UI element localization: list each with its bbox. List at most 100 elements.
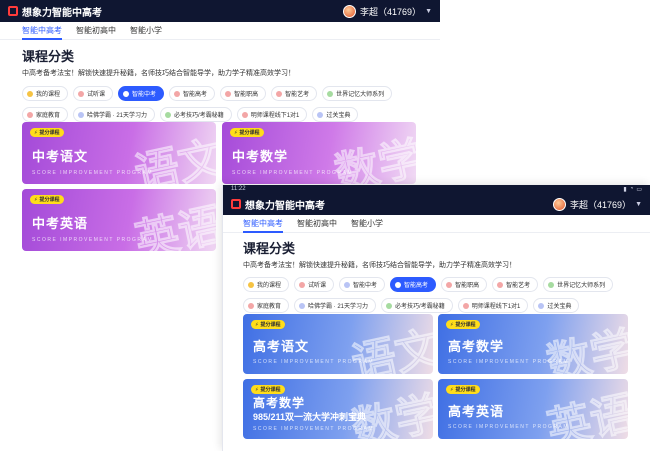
category-chip[interactable]: 智能高考 <box>390 277 437 292</box>
course-watermark: 数学 <box>542 323 628 374</box>
category-chip[interactable]: 我的课程 <box>243 277 290 292</box>
category-chip[interactable]: 试听课 <box>294 277 335 292</box>
category-chip[interactable]: 智能艺考 <box>492 277 539 292</box>
course-watermark: 英语 <box>130 200 216 251</box>
chip-label: 哈佛学霸 · 21天学习力 <box>87 113 148 119</box>
bolt-icon: ⚡ <box>450 386 454 393</box>
category-chip[interactable]: 必考技巧/考霸秘籍 <box>160 107 232 122</box>
course-card[interactable]: ⚡ 提分课程 中考语文 SCORE IMPROVEMENT PROGRAM 语文 <box>22 122 216 184</box>
course-watermark: 英语 <box>542 388 628 439</box>
course-title: 中考数学 <box>232 149 289 164</box>
user-menu[interactable]: 李超（41769） ▼ <box>343 4 432 18</box>
user-name: 李超（41769） <box>360 6 422 17</box>
course-title: 中考英语 <box>32 216 89 231</box>
course-badge: ⚡ 提分课程 <box>30 128 64 137</box>
category-chip[interactable]: 智能中考 <box>118 86 165 101</box>
category-chip[interactable]: 明师课程线下1对1 <box>236 107 308 122</box>
logo-icon <box>8 6 18 16</box>
category-chip[interactable]: 哈佛学霸 · 21天学习力 <box>294 298 377 313</box>
chip-dot-icon <box>548 281 555 288</box>
avatar <box>343 4 357 18</box>
chip-dot-icon <box>386 302 393 309</box>
category-chip[interactable]: 我的课程 <box>22 86 69 101</box>
status-time: 11:22 <box>231 186 246 192</box>
chip-label: 过关宝典 <box>326 113 351 119</box>
category-chip[interactable]: 智能高考 <box>169 86 216 101</box>
category-chip[interactable]: 过关宝典 <box>533 298 580 313</box>
chip-label: 世界记忆大师系列 <box>336 92 385 98</box>
battery-icon: ▭ <box>636 186 642 193</box>
brand[interactable]: 想象力智能中高考 <box>8 4 102 19</box>
section-description: 中高考备考法宝！解锁快速提升秘籍，名师技巧结合智能导学，助力学子精准高效学习！ <box>22 70 295 77</box>
course-watermark: 语文 <box>130 133 216 184</box>
category-chips: 我的课程 试听课 智能中考 智能高考 智能职高 智能艺考 世界记忆大师系列家庭教育 哈佛学霸 … <box>223 270 650 313</box>
chip-dot-icon <box>78 90 85 97</box>
course-card[interactable]: ⚡ 提分课程 高考数学 985/211双一流大学冲刺宝典 SCORE IMPROV… <box>243 379 433 439</box>
chip-dot-icon <box>174 90 181 97</box>
course-title: 高考语文 <box>253 339 310 354</box>
chip-dot-icon <box>225 90 232 97</box>
course-card[interactable]: ⚡ 提分课程 高考数学 SCORE IMPROVEMENT PROGRAM 数学 <box>438 314 628 374</box>
tab-smart-primary[interactable]: 智能小学 <box>130 22 162 40</box>
bolt-icon: ⚡ <box>34 196 38 203</box>
category-chip[interactable]: 智能职高 <box>220 86 267 101</box>
chip-dot-icon <box>299 281 306 288</box>
category-chip[interactable]: 智能中考 <box>339 277 386 292</box>
brand-name: 想象力智能中高考 <box>22 7 102 19</box>
avatar <box>553 197 567 211</box>
chip-label: 智能艺考 <box>285 92 310 98</box>
chip-label: 哈佛学霸 · 21天学习力 <box>308 304 369 310</box>
chip-label: 智能高考 <box>183 92 208 98</box>
top-bar: 想象力智能中高考 李超（41769） ▼ <box>223 193 650 215</box>
chip-dot-icon <box>462 302 469 309</box>
course-card[interactable]: ⚡ 提分课程 高考语文 SCORE IMPROVEMENT PROGRAM 语文 <box>243 314 433 374</box>
bolt-icon: ⚡ <box>34 129 38 136</box>
course-watermark: 数学 <box>347 388 433 439</box>
tab-smart-exam[interactable]: 智能中高考 <box>22 22 62 40</box>
course-card[interactable]: ⚡ 提分课程 高考英语 SCORE IMPROVEMENT PROGRAM 英语 <box>438 379 628 439</box>
chip-label: 我的课程 <box>257 283 282 289</box>
status-icons: ▮ ◔ ▭ <box>623 186 642 193</box>
course-badge: ⚡ 提分课程 <box>251 320 285 329</box>
category-chip[interactable]: 世界记忆大师系列 <box>543 277 614 292</box>
category-chip[interactable]: 世界记忆大师系列 <box>322 86 393 101</box>
top-bar: 想象力智能中高考 李超（41769） ▼ <box>0 0 440 22</box>
category-chip[interactable]: 家庭教育 <box>22 107 69 122</box>
category-chip[interactable]: 智能艺考 <box>271 86 318 101</box>
course-card[interactable]: ⚡ 提分课程 中考数学 SCORE IMPROVEMENT PROGRAM 数学 <box>222 122 416 184</box>
brand[interactable]: 想象力智能中高考 <box>231 197 325 212</box>
chip-dot-icon <box>27 111 33 118</box>
user-menu[interactable]: 李超（41769） ▼ <box>553 197 642 211</box>
tab-smart-junior-senior[interactable]: 智能初高中 <box>297 215 337 233</box>
chip-label: 试听课 <box>87 92 106 98</box>
category-chip[interactable]: 智能职高 <box>441 277 488 292</box>
category-chip[interactable]: 明师课程线下1对1 <box>457 298 529 313</box>
chip-dot-icon <box>344 281 351 288</box>
course-card[interactable]: ⚡ 提分课程 中考英语 SCORE IMPROVEMENT PROGRAM 英语 <box>22 189 216 251</box>
chip-dot-icon <box>27 90 33 97</box>
chip-label: 智能职高 <box>234 92 259 98</box>
brand-name: 想象力智能中高考 <box>245 200 325 212</box>
chip-dot-icon <box>317 111 324 118</box>
bolt-icon: ⚡ <box>255 321 259 328</box>
section-title: 课程分类 <box>243 241 296 256</box>
tab-smart-junior-senior[interactable]: 智能初高中 <box>76 22 116 40</box>
category-chip[interactable]: 哈佛学霸 · 21天学习力 <box>73 107 156 122</box>
chip-dot-icon <box>276 90 283 97</box>
category-chip[interactable]: 试听课 <box>73 86 114 101</box>
status-bar: 11:22 ▮ ◔ ▭ <box>223 185 650 193</box>
chip-label: 明师课程线下1对1 <box>471 304 521 310</box>
chip-label: 过关宝典 <box>547 304 572 310</box>
tab-smart-primary[interactable]: 智能小学 <box>351 215 383 233</box>
chip-dot-icon <box>327 90 334 97</box>
category-chip[interactable]: 家庭教育 <box>243 298 290 313</box>
chip-label: 智能职高 <box>455 283 480 289</box>
category-chip[interactable]: 必考技巧/考霸秘籍 <box>381 298 453 313</box>
course-badge: ⚡ 提分课程 <box>251 385 285 394</box>
chip-dot-icon <box>78 111 85 118</box>
course-title: 中考语文 <box>32 149 89 164</box>
course-cards: ⚡ 提分课程 高考语文 SCORE IMPROVEMENT PROGRAM 语文 … <box>243 314 643 444</box>
tab-smart-exam[interactable]: 智能中高考 <box>243 215 283 233</box>
category-chip[interactable]: 过关宝典 <box>312 107 359 122</box>
chip-dot-icon <box>446 281 453 288</box>
